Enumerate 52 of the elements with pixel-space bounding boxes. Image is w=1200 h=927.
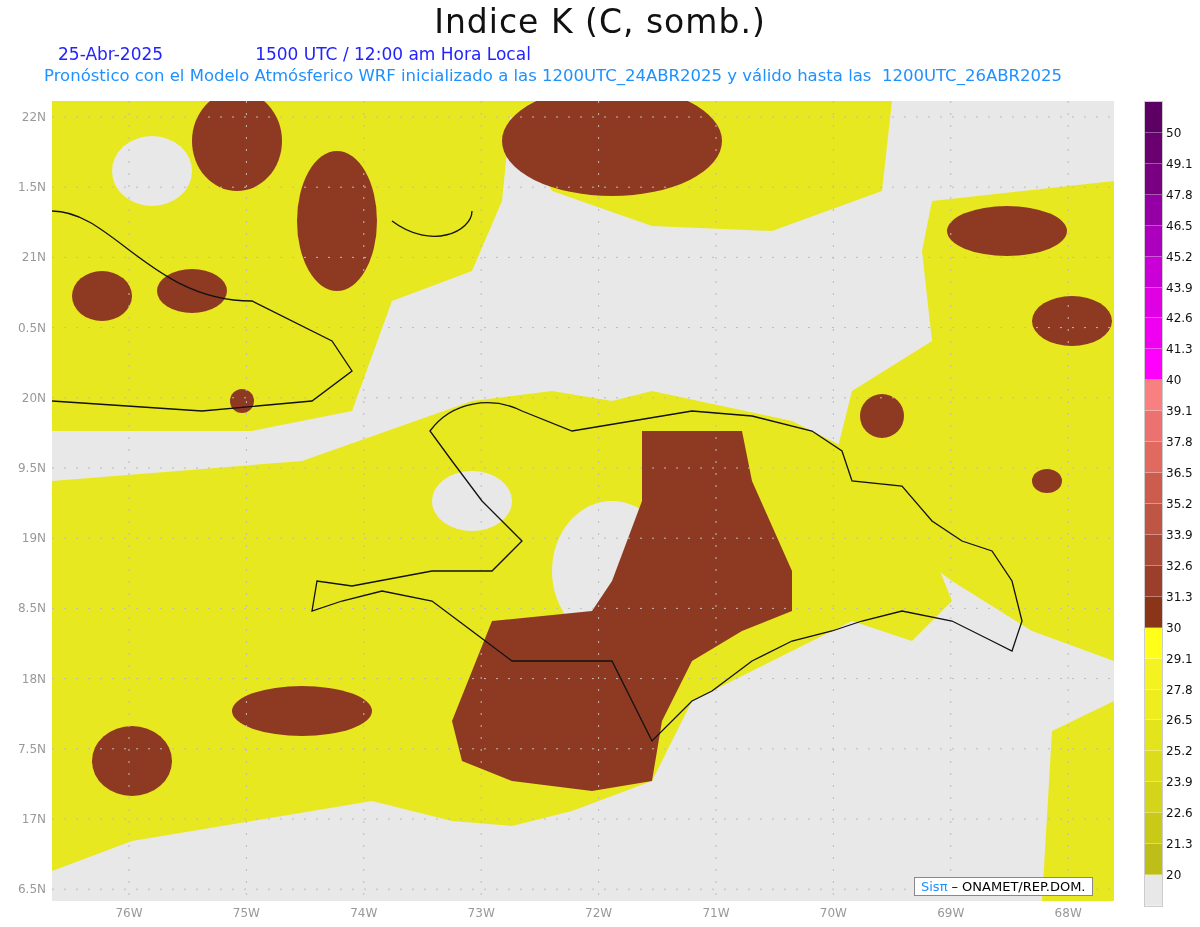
longitude-label: 74W [350,906,378,920]
longitude-label: 71W [702,906,730,920]
color-scale-label: 40 [1166,373,1182,388]
color-scale-label: 39.1 [1166,404,1193,419]
longitude-label: 70W [819,906,847,920]
color-scale-label: 46.5 [1166,218,1193,233]
color-scale-label: 41.3 [1166,342,1193,357]
color-scale-label: 25.2 [1166,744,1193,759]
longitude-label: 69W [937,906,965,920]
latitude-label: 21N [21,250,46,265]
latitude-label: 8.5N [17,601,46,616]
color-scale-label: 37.8 [1166,435,1193,450]
color-scale-label: 26.5 [1166,713,1193,728]
credit-text: – ONAMET/REP.DOM. [951,879,1086,894]
latitude-label: 22N [21,110,46,124]
color-scale-label: 49.1 [1166,156,1193,171]
longitude-label: 68W [1054,906,1082,920]
longitude-label: 76W [115,906,143,920]
latitude-label: 20N [21,390,46,405]
longitude-label: 73W [467,906,495,920]
latitude-label: 17N [21,812,46,826]
color-scale-label: 22.6 [1166,806,1193,821]
color-scale-label: 43.9 [1166,280,1193,295]
credit-logo: Sisπ [921,879,948,894]
color-scale-label: 45.2 [1166,249,1193,264]
color-scale-label: 31.3 [1166,589,1193,604]
color-scale-label: 36.5 [1166,466,1193,481]
longitude-label: 75W [232,906,260,920]
map-title: Indice K (C, somb.) [433,2,767,41]
color-scale-label: 50 [1166,125,1182,140]
latitude-label: 9.5N [17,461,46,475]
time-label: 1500 UTC / 12:00 am Hora Local [255,44,531,64]
latitude-label: 0.5N [17,320,46,335]
date-label: 25-Abr-2025 [58,44,164,64]
latitude-label: 18N [21,671,46,686]
longitude-label: 72W [585,906,613,920]
color-scale-label: 30 [1166,620,1182,635]
latitude-label: 1.5N [17,180,46,195]
color-scale-label: 20 [1166,868,1182,883]
color-scale-label: 27.8 [1166,682,1193,697]
color-scale-label: 29.1 [1166,651,1193,666]
color-scale-label: 21.3 [1166,837,1193,852]
color-scale-label: 42.6 [1166,311,1193,326]
color-scale-label: 32.6 [1166,558,1193,573]
forecast-subtitle: Pronóstico con el Modelo Atmósferico WRF inicializado a las 1200UTC_24ABR2025 y válido hasta las 1200UTC_26ABR2025 [44,66,1062,85]
color-scale-label: 33.9 [1166,527,1193,542]
color-scale-label: 47.8 [1166,187,1193,202]
latitude-label: 7.5N [17,741,46,756]
color-scale-label: 35.2 [1166,497,1193,511]
latitude-label: 19N [21,531,46,546]
latitude-label: 6.5N [17,882,46,897]
color-scale-label: 23.9 [1166,775,1193,790]
